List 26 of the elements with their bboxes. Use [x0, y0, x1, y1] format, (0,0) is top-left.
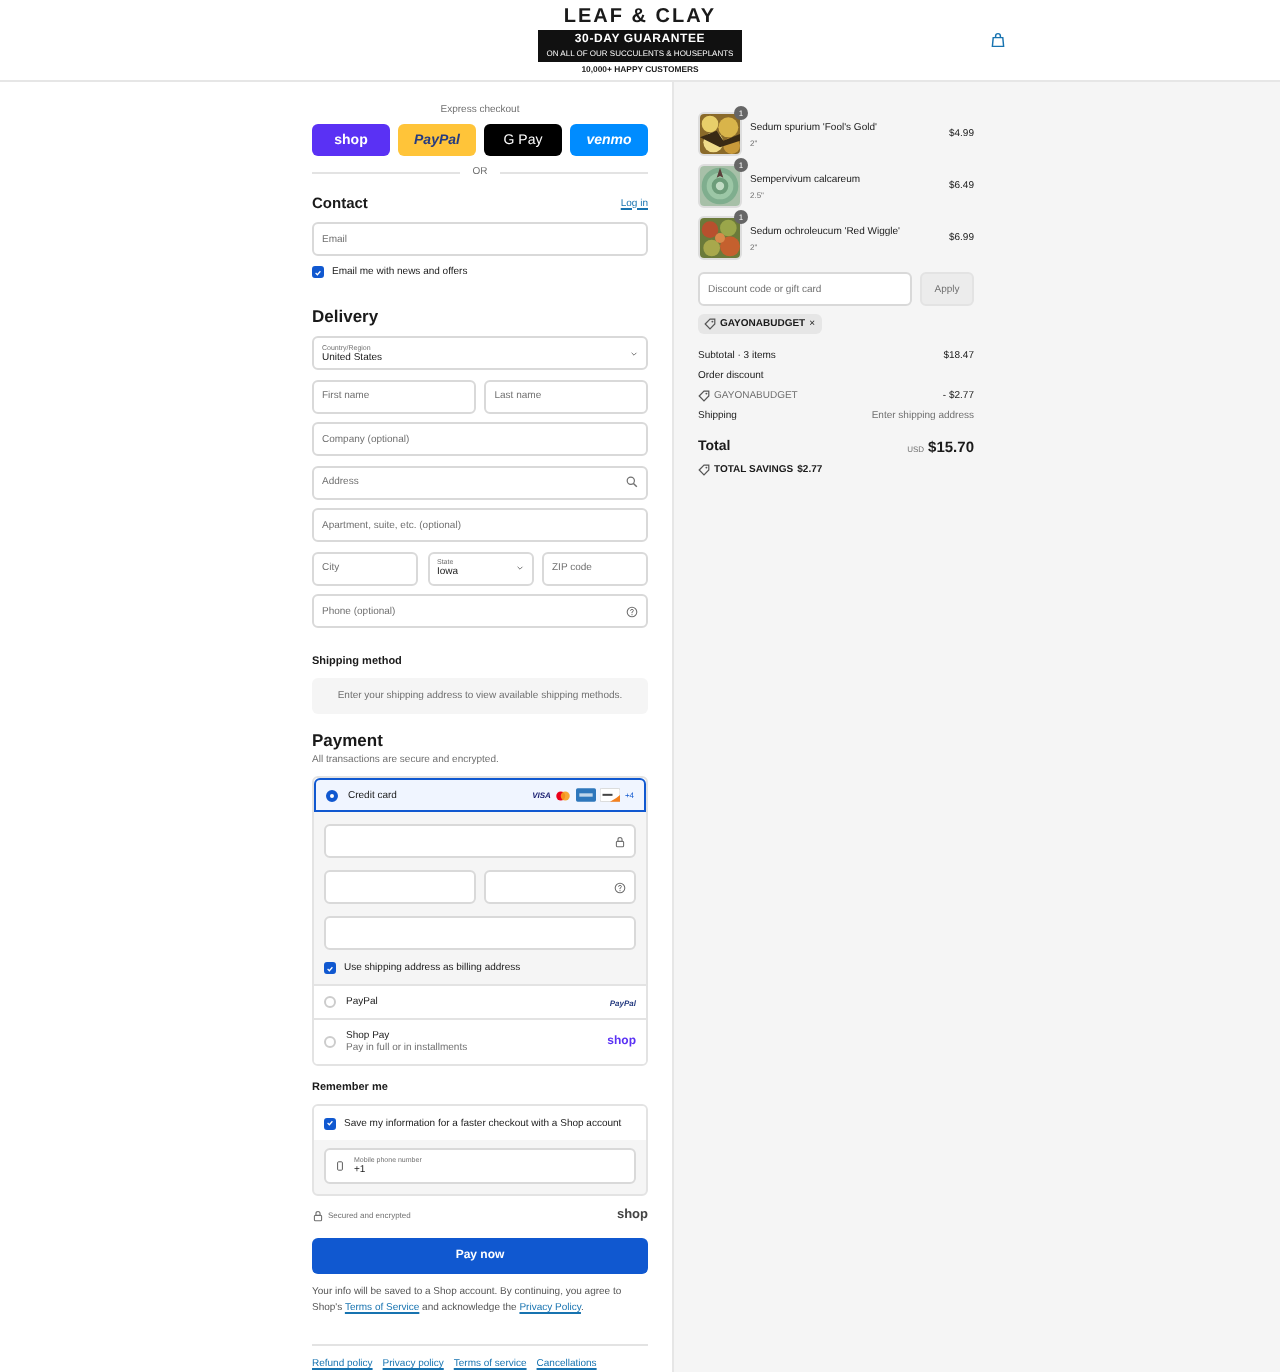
logo-title: LEAF & CLAY	[563, 6, 717, 28]
section-title: Delivery	[312, 306, 379, 326]
caret-icon	[630, 349, 638, 357]
section-title: Payment	[312, 730, 383, 750]
phone-icon	[334, 1160, 346, 1172]
lock-icon	[614, 835, 626, 847]
help-icon	[614, 881, 626, 893]
card-logo-icon	[554, 789, 573, 801]
card-number-field[interactable]	[324, 824, 636, 858]
tag-icon	[698, 390, 710, 402]
lock-icon	[312, 1209, 324, 1221]
help-icon	[626, 605, 638, 617]
bag-icon[interactable]	[989, 32, 1006, 48]
checkbox[interactable]	[312, 266, 324, 278]
tag-icon	[704, 318, 716, 330]
savings-icon	[698, 464, 710, 476]
radio-button[interactable]	[326, 789, 338, 801]
security-code-field[interactable]	[484, 870, 636, 904]
card-logo-icon	[600, 788, 621, 802]
checkbox[interactable]	[324, 1117, 336, 1129]
checkbox[interactable]	[324, 962, 336, 974]
search-icon	[626, 476, 638, 488]
card-logo-icon	[576, 788, 597, 802]
expiry-field[interactable]	[324, 870, 476, 904]
caret-icon	[515, 564, 523, 572]
name-on-card-field[interactable]	[324, 916, 636, 950]
